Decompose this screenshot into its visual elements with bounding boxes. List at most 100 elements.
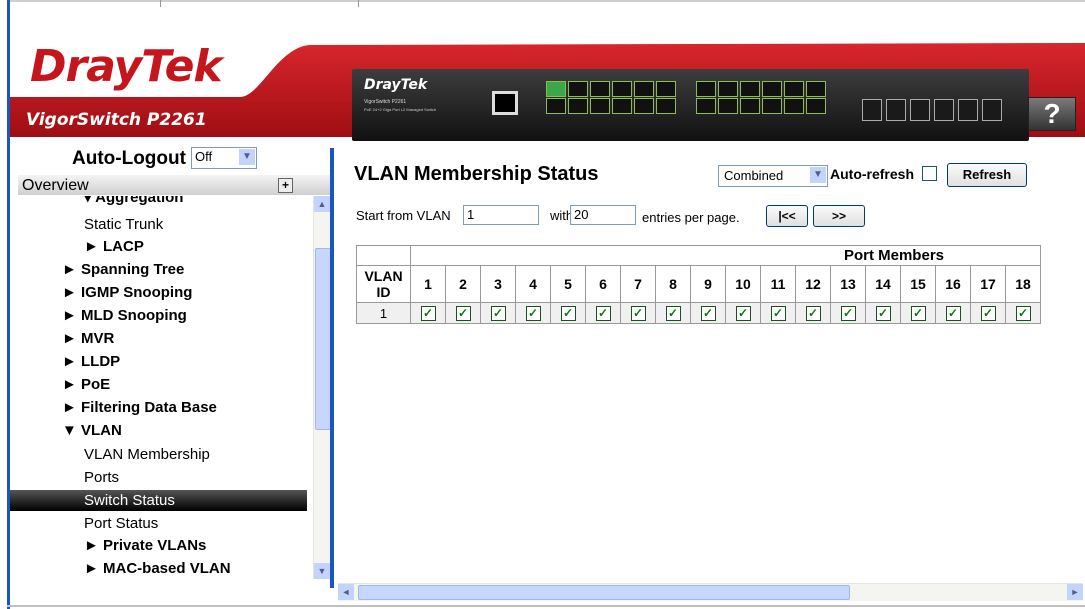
sidebar-item-static-trunk[interactable]: Static Trunk — [84, 216, 163, 233]
ethernet-port-icon — [696, 98, 716, 114]
sidebar-item-aggregation[interactable]: ▾ Aggregation — [84, 196, 183, 206]
vlan-table-body: 1 ✓ ✓ ✓ ✓ ✓ ✓ ✓ ✓ ✓ ✓ ✓ ✓ ✓ ✓ ✓ ✓ ✓ ✓ — [356, 302, 1041, 324]
page-header: DrayTek VigorSwitch P2261 DrayTek VigorS… — [10, 7, 1085, 141]
ethernet-port-icon — [612, 98, 632, 114]
member-check-icon: ✓ — [910, 306, 926, 322]
ethernet-port-icon — [718, 81, 738, 97]
entries-per-page-label: entries per page. — [642, 210, 740, 225]
sfp-port-icon — [958, 99, 978, 121]
next-page-button[interactable]: >> — [813, 205, 865, 227]
ethernet-port-icon — [718, 98, 738, 114]
scroll-right-icon[interactable]: ► — [1067, 584, 1083, 600]
sidebar-item-mvr[interactable]: ► MVR — [62, 330, 114, 347]
chevron-down-icon[interactable]: ▼ — [810, 167, 826, 183]
chevron-down-icon[interactable]: ▼ — [239, 149, 255, 165]
sidebar-scrollbar[interactable]: ▲ ▼ — [313, 196, 331, 579]
draytek-logo: DrayTek — [30, 41, 223, 92]
overview-label: Overview — [22, 177, 89, 194]
sidebar-item-lldp[interactable]: ► LLDP — [62, 353, 120, 370]
member-check-icon: ✓ — [735, 306, 751, 322]
port-header-11: 11 — [760, 265, 796, 303]
member-check-icon: ✓ — [420, 306, 436, 322]
vlan-membership-table: Port Members VLAN ID 1 2 3 4 5 6 7 8 9 10 11 12 13 14… — [356, 245, 1041, 324]
switch-desc-label: PoE 24+2 Giga Port L2 Managed Switch — [364, 107, 436, 112]
sidebar-item-vlan[interactable]: ▼ VLAN — [62, 422, 122, 439]
console-port-icon — [492, 91, 518, 115]
port-header-12: 12 — [795, 265, 831, 303]
auto-refresh-label: Auto-refresh — [830, 166, 915, 182]
frame-top-border — [10, 0, 1085, 2]
member-cell: ✓ — [970, 302, 1006, 324]
ethernet-port-icon — [806, 81, 826, 97]
port-header-6: 6 — [585, 265, 621, 303]
scroll-up-icon[interactable]: ▲ — [314, 196, 330, 212]
refresh-button[interactable]: Refresh — [947, 163, 1027, 187]
port-header-5: 5 — [550, 265, 586, 303]
member-cell: ✓ — [655, 302, 691, 324]
ethernet-port-icon — [634, 98, 654, 114]
expand-plus-icon[interactable]: + — [278, 178, 293, 193]
switch-brand-label: DrayTek — [364, 77, 428, 93]
ethernet-port-icon — [740, 98, 760, 114]
entries-input[interactable]: 20 — [570, 205, 636, 225]
switch-model-label: VigorSwitch P2261 — [364, 99, 407, 105]
member-check-icon: ✓ — [840, 306, 856, 322]
view-select[interactable]: Combined ▼ — [718, 165, 828, 187]
port-header-16: 16 — [935, 265, 971, 303]
sidebar-item-spanning-tree[interactable]: ► Spanning Tree — [62, 261, 184, 278]
member-cell: ✓ — [900, 302, 936, 324]
sidebar-item-filtering-data-base[interactable]: ► Filtering Data Base — [62, 399, 217, 416]
port-header-4: 4 — [515, 265, 551, 303]
member-cell: ✓ — [620, 302, 656, 324]
member-cell: ✓ — [935, 302, 971, 324]
auto-refresh-checkbox[interactable] — [922, 166, 937, 181]
ethernet-port-icon — [784, 98, 804, 114]
member-cell: ✓ — [585, 302, 621, 324]
member-check-icon: ✓ — [665, 306, 681, 322]
sidebar-item-private-vlans[interactable]: ► Private VLANs — [84, 537, 206, 554]
ethernet-port-icon — [612, 81, 632, 97]
main-horizontal-scrollbar[interactable]: ◄ ► — [338, 583, 1083, 601]
ethernet-port-icon — [634, 81, 654, 97]
member-cell: ✓ — [865, 302, 901, 324]
sidebar-item-mld-snooping[interactable]: ► MLD Snooping — [62, 307, 187, 324]
scroll-left-icon[interactable]: ◄ — [338, 584, 354, 600]
scroll-thumb[interactable] — [358, 585, 850, 600]
port-header-8: 8 — [655, 265, 691, 303]
sfp-port-icon — [862, 99, 882, 121]
ethernet-port-icon — [696, 81, 716, 97]
member-check-icon: ✓ — [875, 306, 891, 322]
sidebar-item-vlan-membership[interactable]: VLAN Membership — [84, 446, 210, 463]
member-check-icon: ✓ — [630, 306, 646, 322]
member-check-icon: ✓ — [560, 306, 576, 322]
first-page-button[interactable]: |<< — [766, 205, 808, 227]
scroll-down-icon[interactable]: ▼ — [314, 563, 330, 579]
member-check-icon: ✓ — [595, 306, 611, 322]
vlan-id-header: VLAN ID — [356, 265, 411, 303]
sidebar-item-ports[interactable]: Ports — [84, 469, 119, 486]
sidebar-item-igmp-snooping[interactable]: ► IGMP Snooping — [62, 284, 192, 301]
sidebar-item-lacp[interactable]: ► LACP — [84, 238, 144, 255]
start-vlan-input[interactable]: 1 — [463, 205, 539, 225]
member-cell: ✓ — [760, 302, 796, 324]
member-check-icon: ✓ — [700, 306, 716, 322]
sidebar-item-port-status[interactable]: Port Status — [84, 515, 158, 532]
member-check-icon: ✓ — [945, 306, 961, 322]
sidebar-item-mac-based-vlan[interactable]: ► MAC-based VLAN — [84, 560, 231, 577]
member-check-icon: ✓ — [490, 306, 506, 322]
vlan-id-cell: 1 — [356, 302, 411, 324]
port-header-10: 10 — [725, 265, 761, 303]
sfp-port-icon — [886, 99, 906, 121]
help-button[interactable]: ? — [1028, 97, 1076, 131]
port-header-13: 13 — [830, 265, 866, 303]
member-check-icon: ✓ — [805, 306, 821, 322]
scroll-thumb[interactable] — [315, 248, 331, 430]
autologout-select[interactable]: Off ▼ — [191, 147, 257, 169]
sidebar-item-poe[interactable]: ► PoE — [62, 376, 110, 393]
port-header-18: 18 — [1005, 265, 1041, 303]
sidebar-item-switch-status[interactable]: Switch Status — [10, 490, 307, 511]
page-title: VLAN Membership Status — [354, 163, 599, 185]
member-cell: ✓ — [1005, 302, 1041, 324]
member-cell: ✓ — [795, 302, 831, 324]
ethernet-port-icon — [546, 81, 566, 97]
